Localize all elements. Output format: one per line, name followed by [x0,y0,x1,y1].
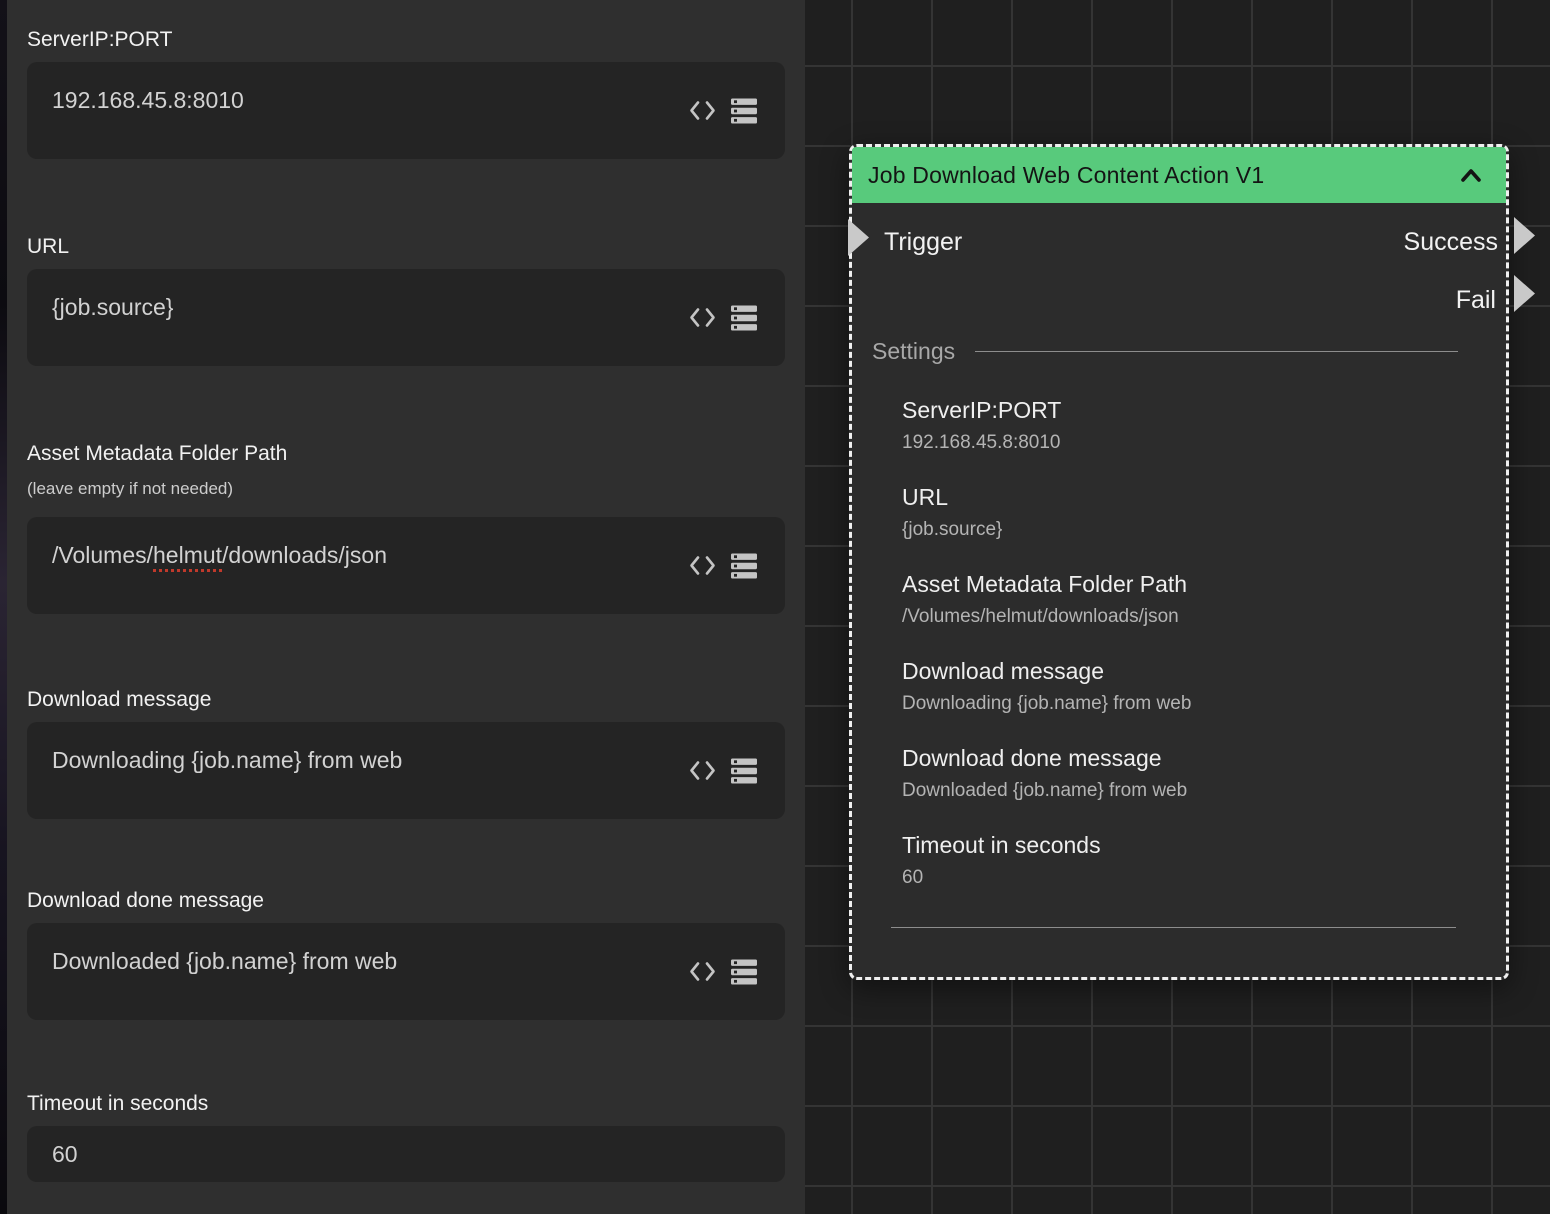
trigger-port[interactable] [848,219,869,256]
setting-value: Downloaded {job.name} from web [902,780,1486,802]
input-actions [689,959,757,984]
setting-name: URL [902,483,1486,511]
setting-entry: ServerIP:PORT 192.168.45.8:8010 [902,396,1486,454]
server-stack-icon[interactable] [731,305,757,330]
field-label: Download message [27,688,785,712]
desktop-wallpaper-sliver [0,0,7,1214]
field-label: Timeout in seconds [27,1092,785,1116]
setting-value: Downloading {job.name} from web [902,693,1486,715]
input-actions [689,98,757,123]
setting-value: 192.168.45.8:8010 [902,432,1486,454]
settings-divider [975,351,1458,352]
code-icon[interactable] [689,760,716,782]
server-stack-icon[interactable] [731,98,757,123]
field-server-ip-port: ServerIP:PORT 192.168.45.8:8010 [27,28,785,159]
timeout-in-seconds-input[interactable]: 60 [27,1126,785,1182]
success-port[interactable] [1514,217,1535,254]
field-label: Asset Metadata Folder Path [27,442,785,466]
code-icon[interactable] [689,100,716,122]
input-actions [689,758,757,783]
setting-entry: Download done message Downloaded {job.na… [902,744,1486,802]
settings-header: Settings [872,337,1486,365]
input-value: 60 [52,1141,78,1168]
fail-port-label: Fail [1456,285,1496,315]
setting-value: 60 [902,867,1486,889]
node-title: Job Download Web Content Action V1 [868,162,1264,189]
field-label: Download done message [27,889,785,913]
code-icon[interactable] [689,961,716,983]
setting-value: /Volumes/helmut/downloads/json [902,606,1486,628]
field-timeout-in-seconds: Timeout in seconds 60 [27,1092,785,1182]
field-label: ServerIP:PORT [27,28,785,52]
node-footer-divider [891,927,1456,928]
settings-title: Settings [872,337,955,365]
field-label: URL [27,235,785,259]
field-download-done-message: Download done message Downloaded {job.na… [27,889,785,1020]
url-input[interactable]: {job.source} [27,269,785,366]
server-stack-icon[interactable] [731,758,757,783]
download-done-message-input[interactable]: Downloaded {job.name} from web [27,923,785,1020]
server-stack-icon[interactable] [731,959,757,984]
server-ip-port-input[interactable]: 192.168.45.8:8010 [27,62,785,159]
setting-name: Download message [902,657,1486,685]
fail-port[interactable] [1514,275,1535,312]
input-value: 192.168.45.8:8010 [52,87,244,113]
code-icon[interactable] [689,307,716,329]
code-icon[interactable] [689,555,716,577]
chevron-up-icon[interactable] [1460,167,1482,183]
field-url: URL {job.source} [27,235,785,366]
node-header[interactable]: Job Download Web Content Action V1 [852,147,1506,203]
setting-entry: Timeout in seconds 60 [902,831,1486,889]
input-actions [689,305,757,330]
trigger-port-label: Trigger [884,227,962,257]
field-asset-metadata-folder-path: Asset Metadata Folder Path (leave empty … [27,442,785,614]
misspelled-word: helmut [153,542,222,572]
input-actions [689,553,757,578]
input-value: Downloaded {job.name} from web [52,948,397,974]
download-message-input[interactable]: Downloading {job.name} from web [27,722,785,819]
setting-value: {job.source} [902,519,1486,541]
action-settings-panel: ServerIP:PORT 192.168.45.8:8010 URL {job… [7,0,805,1214]
setting-entry: Asset Metadata Folder Path /Volumes/helm… [902,570,1486,628]
setting-name: ServerIP:PORT [902,396,1486,424]
server-stack-icon[interactable] [731,553,757,578]
field-download-message: Download message Downloading {job.name} … [27,688,785,819]
node-graph-canvas[interactable]: Job Download Web Content Action V1 Trigg… [805,0,1550,1214]
input-value: Downloading {job.name} from web [52,747,402,773]
input-value: {job.source} [52,294,173,320]
setting-name: Timeout in seconds [902,831,1486,859]
settings-entries: ServerIP:PORT 192.168.45.8:8010 URL {job… [872,396,1486,889]
setting-entry: URL {job.source} [902,483,1486,541]
node-job-download-web-content-action[interactable]: Job Download Web Content Action V1 Trigg… [849,144,1509,980]
asset-metadata-folder-path-input[interactable]: /Volumes/helmut/downloads/json [27,517,785,614]
setting-name: Asset Metadata Folder Path [902,570,1486,598]
node-settings-section: Settings ServerIP:PORT 192.168.45.8:8010… [872,337,1486,918]
field-sublabel: (leave empty if not needed) [27,478,785,499]
setting-name: Download done message [902,744,1486,772]
success-port-label: Success [1404,227,1498,257]
input-value: /Volumes/helmut/downloads/json [52,542,387,572]
setting-entry: Download message Downloading {job.name} … [902,657,1486,715]
